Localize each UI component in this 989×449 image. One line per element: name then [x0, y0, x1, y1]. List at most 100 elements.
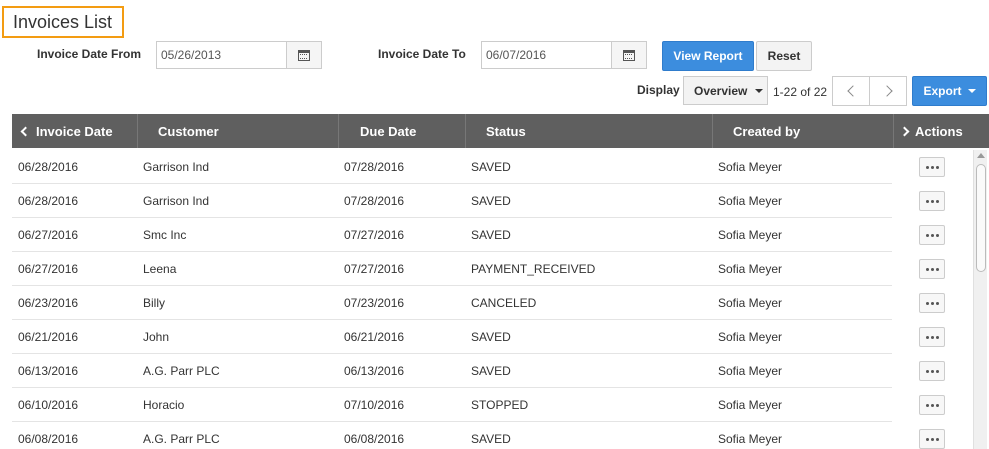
cell-status: SAVED	[471, 329, 511, 344]
invoice-date-from-group	[156, 41, 322, 69]
row-actions-button[interactable]	[919, 225, 945, 245]
export-button-label: Export	[923, 84, 962, 98]
table-scrollbar[interactable]	[973, 150, 987, 449]
cell-due-date: 07/23/2016	[344, 295, 405, 310]
row-actions-button[interactable]	[919, 429, 945, 449]
invoice-date-from-input[interactable]	[156, 41, 286, 69]
cell-due-date: 06/08/2016	[344, 431, 405, 446]
page-title: Invoices List	[2, 6, 124, 38]
invoice-date-from-calendar-button[interactable]	[286, 41, 322, 69]
row-actions-button[interactable]	[919, 361, 945, 381]
column-header-invoice-date[interactable]: Invoice Date	[12, 114, 138, 148]
more-horizontal-icon	[925, 437, 939, 441]
scrollbar-thumb[interactable]	[976, 164, 986, 272]
scroll-up-arrow-icon[interactable]	[977, 153, 985, 158]
actions-cell	[894, 150, 974, 184]
view-report-button[interactable]: View Report	[662, 41, 754, 71]
previous-page-button[interactable]	[832, 76, 870, 106]
cell-due-date: 07/28/2016	[344, 159, 405, 174]
cell-status: PAYMENT_RECEIVED	[471, 261, 596, 276]
more-horizontal-icon	[925, 335, 939, 339]
next-page-button[interactable]	[869, 76, 907, 106]
cell-customer: John	[143, 329, 170, 344]
cell-status: CANCELED	[471, 295, 537, 310]
row-actions-button[interactable]	[919, 191, 945, 211]
more-horizontal-icon	[925, 165, 939, 169]
actions-cell	[894, 320, 974, 354]
row-actions-button[interactable]	[919, 259, 945, 279]
table-row[interactable]: 06/28/2016 Garrison Ind 07/28/2016 SAVED Sof…	[12, 184, 892, 218]
cell-status: SAVED	[471, 227, 511, 242]
table-row[interactable]: 06/27/2016 Leena 07/27/2016 PAYMENT_RECEIVE…	[12, 252, 892, 286]
table-row[interactable]: 06/21/2016 John 06/21/2016 SAVED Sofia Meyer	[12, 320, 892, 354]
actions-cell	[894, 252, 974, 286]
cell-created-by: Sofia Meyer	[718, 159, 783, 174]
cell-due-date: 06/21/2016	[344, 329, 405, 344]
cell-due-date: 07/27/2016	[344, 227, 405, 242]
cell-created-by: Sofia Meyer	[718, 397, 783, 412]
table-row[interactable]: 06/10/2016 Horacio 07/10/2016 STOPPED Sofia …	[12, 388, 892, 422]
cell-invoice-date: 06/21/2016	[18, 329, 79, 344]
cell-customer: A.G. Parr PLC	[143, 363, 220, 378]
row-actions-button[interactable]	[919, 157, 945, 177]
table-row[interactable]: 06/08/2016 A.G. Parr PLC 06/08/2016 SAVED So…	[12, 422, 892, 449]
cell-created-by: Sofia Meyer	[718, 431, 783, 446]
cell-invoice-date: 06/23/2016	[18, 295, 79, 310]
chevron-right-icon	[880, 85, 893, 97]
cell-created-by: Sofia Meyer	[718, 295, 783, 310]
row-actions-button[interactable]	[919, 327, 945, 347]
column-header-customer[interactable]: Customer	[138, 114, 339, 148]
more-horizontal-icon	[925, 199, 939, 203]
table-header: Invoice Date Customer Due Date Status Cr…	[12, 114, 989, 148]
cell-customer: Garrison Ind	[143, 193, 210, 208]
column-header-due-date[interactable]: Due Date	[339, 114, 466, 148]
display-label: Display	[637, 83, 680, 97]
display-select-value: Overview	[694, 83, 748, 98]
cell-customer: Smc Inc	[143, 227, 187, 242]
more-horizontal-icon	[925, 267, 939, 271]
actions-cell	[894, 286, 974, 320]
cell-status: SAVED	[471, 159, 511, 174]
invoice-date-to-calendar-button[interactable]	[611, 41, 647, 69]
cell-status: SAVED	[471, 193, 511, 208]
caret-down-icon	[755, 88, 764, 93]
cell-created-by: Sofia Meyer	[718, 329, 783, 344]
invoice-date-to-input[interactable]	[481, 41, 611, 69]
table-row[interactable]: 06/27/2016 Smc Inc 07/27/2016 SAVED Sofia Me…	[12, 218, 892, 252]
table-row[interactable]: 06/23/2016 Billy 07/23/2016 CANCELED Sofia M…	[12, 286, 892, 320]
actions-cell	[894, 388, 974, 422]
cell-created-by: Sofia Meyer	[718, 363, 783, 378]
cell-due-date: 07/28/2016	[344, 193, 405, 208]
more-horizontal-icon	[925, 403, 939, 407]
invoice-date-to-label: Invoice Date To	[378, 47, 466, 61]
cell-customer: Horacio	[143, 397, 185, 412]
more-horizontal-icon	[925, 301, 939, 305]
actions-cell	[894, 218, 974, 252]
cell-created-by: Sofia Meyer	[718, 261, 783, 276]
display-select[interactable]: Overview	[683, 76, 768, 105]
invoices-table: Invoice Date Customer Due Date Status Cr…	[12, 114, 989, 449]
cell-customer: Leena	[143, 261, 177, 276]
cell-invoice-date: 06/13/2016	[18, 363, 79, 378]
cell-invoice-date: 06/28/2016	[18, 159, 79, 174]
column-header-status[interactable]: Status	[466, 114, 713, 148]
table-row[interactable]: 06/28/2016 Garrison Ind 07/28/2016 SAVED Sof…	[12, 150, 892, 184]
cell-status: SAVED	[471, 431, 511, 446]
table-row[interactable]: 06/13/2016 A.G. Parr PLC 06/13/2016 SAVED So…	[12, 354, 892, 388]
row-actions-button[interactable]	[919, 395, 945, 415]
column-header-actions[interactable]: Actions	[894, 114, 989, 148]
row-actions-button[interactable]	[919, 293, 945, 313]
table-body: 06/28/2016 Garrison Ind 07/28/2016 SAVED Sof…	[12, 150, 892, 449]
actions-column	[894, 150, 974, 449]
reset-button[interactable]: Reset	[756, 41, 812, 71]
caret-down-icon	[967, 89, 976, 93]
cell-invoice-date: 06/27/2016	[18, 227, 79, 242]
cell-invoice-date: 06/27/2016	[18, 261, 79, 276]
actions-cell	[894, 422, 974, 449]
cell-invoice-date: 06/10/2016	[18, 397, 79, 412]
cell-due-date: 07/27/2016	[344, 261, 405, 276]
calendar-icon	[623, 49, 635, 61]
column-header-created-by[interactable]: Created by	[713, 114, 894, 148]
chevron-left-icon	[20, 126, 31, 136]
export-button[interactable]: Export	[912, 76, 987, 106]
